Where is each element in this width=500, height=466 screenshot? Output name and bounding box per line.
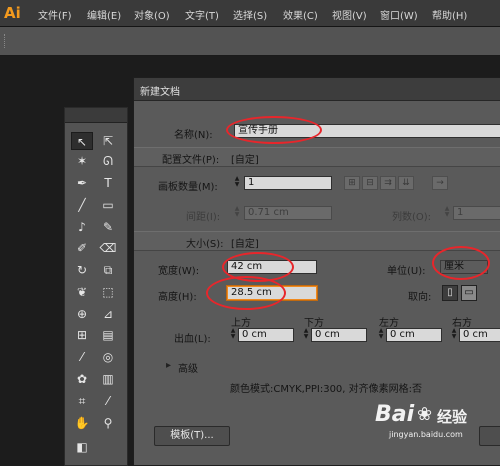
- grid-by-row-icon[interactable]: ⊞: [344, 176, 360, 190]
- rectangle-icon[interactable]: ▭: [97, 196, 119, 214]
- bleed-right-stepper[interactable]: ▲ ▼: [450, 328, 458, 342]
- watermark-url: jingyan.baidu.com: [389, 430, 463, 439]
- menu-effect[interactable]: 效果(C): [283, 7, 318, 22]
- advanced-toggle-icon[interactable]: ▸: [166, 360, 171, 371]
- menu-edit[interactable]: 编辑(E): [87, 7, 121, 22]
- portrait-icon[interactable]: ▯: [442, 285, 458, 301]
- profile-label: 配置文件(P):: [162, 155, 220, 166]
- annotation-ellipse-height: [206, 276, 286, 310]
- width-label: 宽度(W):: [158, 266, 200, 277]
- watermark-brand: Bai: [375, 402, 415, 427]
- bleed-label: 出血(L):: [174, 334, 211, 345]
- app-logo: Ai: [4, 4, 21, 22]
- bleed-top-input[interactable]: 0 cm: [238, 328, 294, 342]
- spacing-input[interactable]: 0.71 cm: [244, 206, 332, 220]
- dialog-titlebar[interactable]: 新建文档: [134, 78, 500, 101]
- artboards-label: 画板数量(M):: [158, 182, 218, 193]
- rotate-icon[interactable]: ↻: [71, 261, 93, 279]
- arrange-by-column-icon[interactable]: ⇊: [398, 176, 414, 190]
- selection-icon[interactable]: ↖: [71, 132, 93, 150]
- right-to-left-icon[interactable]: →: [432, 176, 448, 190]
- menu-window[interactable]: 窗口(W): [380, 7, 418, 22]
- bleed-left-input[interactable]: 0 cm: [386, 328, 442, 342]
- name-label: 名称(N):: [174, 130, 213, 141]
- grid-by-column-icon[interactable]: ⊟: [362, 176, 378, 190]
- annotation-ellipse-name: [226, 116, 322, 144]
- menu-view[interactable]: 视图(V): [332, 7, 367, 22]
- control-bar: [0, 27, 500, 56]
- artboards-input[interactable]: 1: [244, 176, 332, 190]
- menu-help[interactable]: 帮助(H): [432, 7, 467, 22]
- bleed-top-stepper[interactable]: ▲ ▼: [229, 328, 237, 342]
- orientation-label: 取向:: [408, 292, 432, 303]
- scale-icon[interactable]: ⧉: [97, 261, 119, 279]
- bleed-bottom-stepper[interactable]: ▲ ▼: [302, 328, 310, 342]
- grip-icon[interactable]: [4, 34, 8, 48]
- pen-icon[interactable]: ✒: [71, 174, 93, 192]
- slice-icon[interactable]: ⁄: [97, 392, 119, 410]
- lasso-icon[interactable]: ᘏ: [97, 152, 119, 170]
- gradient-icon[interactable]: ▤: [97, 326, 119, 344]
- menu-select[interactable]: 选择(S): [233, 7, 267, 22]
- size-dropdown[interactable]: [自定]: [231, 235, 259, 250]
- landscape-icon[interactable]: ▭: [461, 285, 477, 301]
- direct-selection-icon[interactable]: ⇱: [97, 132, 119, 150]
- watermark: Bai ❀ 经验 jingyan.baidu.com: [375, 398, 500, 464]
- column-graph-icon[interactable]: ▥: [97, 370, 119, 388]
- size-label: 大小(S):: [186, 239, 224, 250]
- hand-icon[interactable]: ✋: [71, 414, 93, 432]
- paintbrush-icon[interactable]: ♪: [71, 218, 93, 236]
- watermark-brand-suffix: 经验: [437, 408, 468, 426]
- bleed-bottom-input[interactable]: 0 cm: [311, 328, 367, 342]
- type-icon[interactable]: T: [97, 174, 119, 192]
- templates-button[interactable]: 模板(T)...: [154, 426, 230, 446]
- spacing-label: 间距(I):: [186, 212, 221, 223]
- spacing-stepper[interactable]: ▲ ▼: [233, 206, 241, 220]
- artboards-stepper[interactable]: ▲ ▼: [233, 176, 241, 190]
- tools-panel-header[interactable]: [65, 108, 127, 123]
- menu-object[interactable]: 对象(O): [134, 7, 170, 22]
- free-transform-icon[interactable]: ⬚: [97, 283, 119, 301]
- mesh-icon[interactable]: ⊞: [71, 326, 93, 344]
- bleed-left-stepper[interactable]: ▲ ▼: [377, 328, 385, 342]
- menu-type[interactable]: 文字(T): [185, 7, 219, 22]
- profile-dropdown[interactable]: [自定]: [231, 151, 259, 166]
- shape-builder-icon[interactable]: ⊕: [71, 305, 93, 323]
- perspective-icon[interactable]: ⊿: [97, 305, 119, 323]
- blob-brush-icon[interactable]: ✐: [71, 239, 93, 257]
- columns-label: 列数(O):: [392, 212, 432, 223]
- height-label: 高度(H):: [158, 292, 197, 303]
- bleed-right-input[interactable]: 0 cm: [459, 328, 500, 342]
- warp-icon[interactable]: ❦: [71, 283, 93, 301]
- annotation-ellipse-units: [432, 246, 490, 280]
- columns-input[interactable]: 1: [453, 206, 500, 220]
- fill-stroke-icon[interactable]: ◧: [71, 438, 93, 456]
- color-info-text: 颜色模式:CMYK,PPI:300, 对齐像素网格:否: [230, 384, 423, 395]
- artboard-icon[interactable]: ⌗: [71, 392, 93, 410]
- eyedropper-icon[interactable]: ⁄: [71, 348, 93, 366]
- symbol-sprayer-icon[interactable]: ✿: [71, 370, 93, 388]
- columns-stepper[interactable]: ▲ ▼: [443, 206, 451, 220]
- magic-wand-icon[interactable]: ✶: [71, 152, 93, 170]
- eraser-icon[interactable]: ⌫: [97, 239, 119, 257]
- menubar: Ai 文件(F) 编辑(E) 对象(O) 文字(T) 选择(S) 效果(C) 视…: [0, 0, 500, 27]
- units-label: 单位(U):: [387, 266, 426, 277]
- tools-panel: ↖ ⇱ ✶ ᘏ ✒ T ╱ ▭ ♪ ✎ ✐ ⌫ ↻ ⧉ ❦ ⬚ ⊕ ⊿ ⊞ ▤ …: [64, 107, 128, 466]
- zoom-icon[interactable]: ⚲: [97, 414, 119, 432]
- dialog-title: 新建文档: [140, 87, 180, 98]
- paw-icon: ❀: [417, 404, 433, 425]
- advanced-label[interactable]: 高级: [178, 360, 198, 375]
- pencil-icon[interactable]: ✎: [97, 218, 119, 236]
- arrange-by-row-icon[interactable]: ⇉: [380, 176, 396, 190]
- menu-file[interactable]: 文件(F): [38, 7, 72, 22]
- blend-icon[interactable]: ◎: [97, 348, 119, 366]
- line-icon[interactable]: ╱: [71, 196, 93, 214]
